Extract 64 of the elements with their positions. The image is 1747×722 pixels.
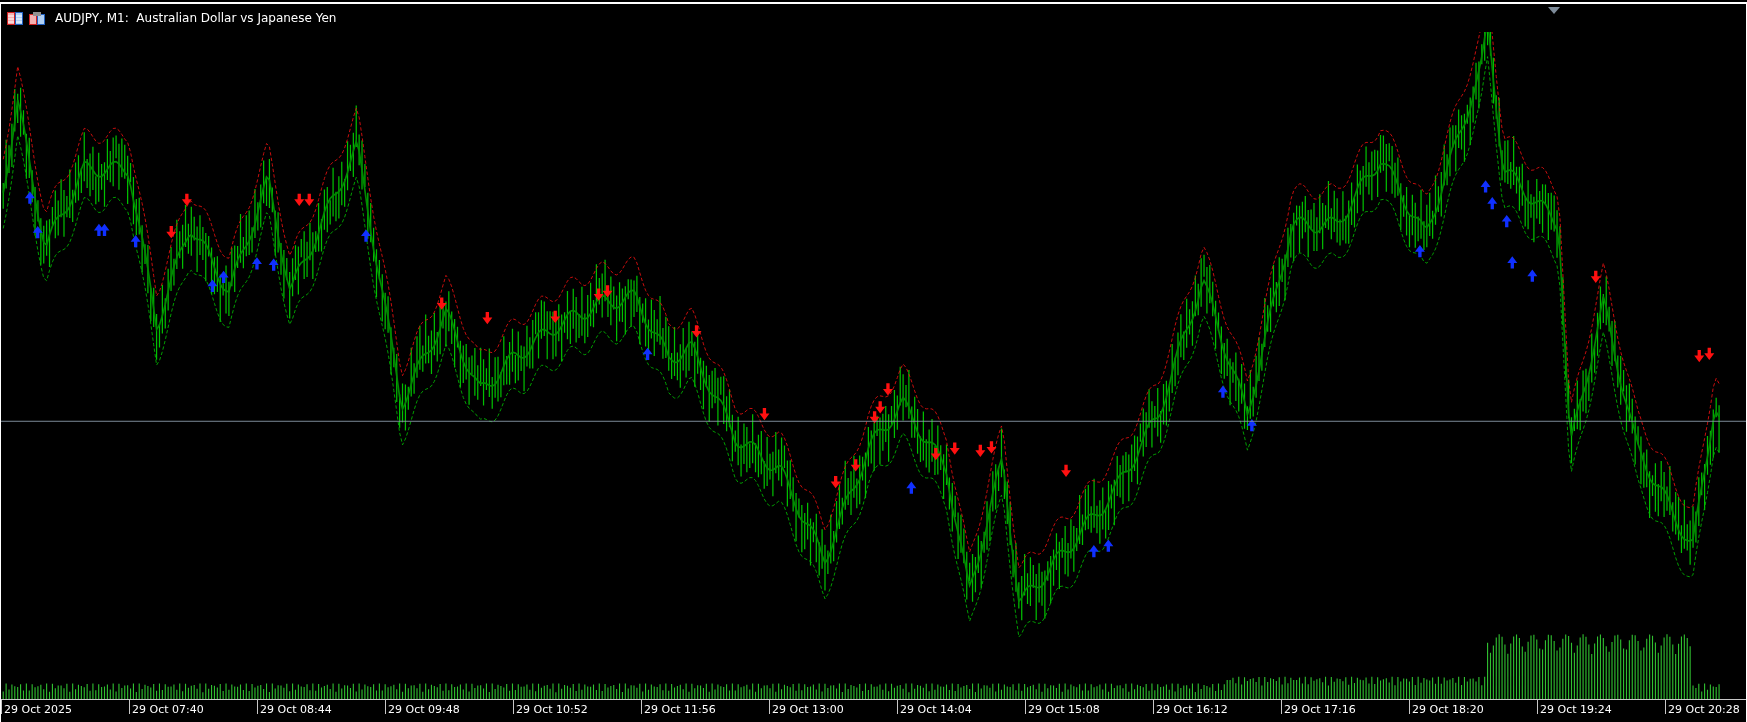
window-title: AUDJPY, M1: Australian Dollar vs Japanese Yen: [55, 11, 337, 25]
buy-arrow-marker: [32, 226, 43, 239]
time-axis-label: 29 Oct 19:24: [1537, 700, 1665, 714]
buy-arrow-marker: [1088, 545, 1099, 558]
buy-arrow-marker: [251, 257, 262, 270]
buy-arrow-marker: [1507, 256, 1518, 269]
buy-arrow-marker: [99, 223, 110, 237]
buy-arrow-marker: [1414, 245, 1425, 258]
sell-arrow-marker: [602, 285, 613, 298]
time-axis-label: 29 Oct 15:08: [1025, 700, 1153, 714]
sell-arrow-marker: [759, 407, 770, 421]
sell-arrow-marker: [875, 401, 886, 414]
buy-arrow-marker: [24, 191, 35, 204]
buy-arrow-marker: [1480, 180, 1491, 193]
sell-arrow-marker: [930, 448, 941, 461]
sell-arrow-marker: [975, 444, 986, 457]
time-axis-label: 29 Oct 11:56: [641, 700, 769, 714]
sell-arrow-marker: [593, 288, 604, 301]
buy-arrow-marker: [906, 481, 917, 494]
buy-arrow-marker: [1527, 269, 1538, 282]
time-axis-label: 29 Oct 16:12: [1153, 700, 1281, 714]
sell-arrow-marker: [986, 441, 997, 454]
sell-arrow-marker: [1590, 270, 1601, 283]
sell-arrow-marker: [949, 442, 960, 455]
time-axis-label: 29 Oct 09:48: [385, 700, 513, 714]
buy-arrow-marker: [1487, 197, 1498, 210]
buy-arrow-marker: [1103, 539, 1114, 552]
sell-arrow-marker: [882, 383, 893, 396]
time-axis-label: 29 Oct 07:40: [129, 700, 257, 714]
sell-arrow-marker: [850, 459, 861, 472]
scroll-marker-icon[interactable]: [1548, 7, 1560, 14]
buy-arrow-marker: [268, 258, 279, 271]
sell-arrow-marker: [482, 311, 493, 325]
buy-arrow-marker: [1246, 419, 1257, 432]
time-axis-label: 29 Oct 18:20: [1409, 700, 1537, 714]
time-axis-label: 29 Oct 14:04: [897, 700, 1025, 714]
sell-arrow-marker: [1061, 464, 1072, 478]
buy-arrow-marker: [218, 270, 229, 283]
buy-arrow-marker: [642, 347, 653, 360]
buy-arrow-marker: [1217, 385, 1228, 398]
time-axis-label: 29 Oct 20:28: [1665, 700, 1740, 714]
sell-arrow-marker: [294, 193, 305, 206]
sell-arrow-marker: [181, 193, 192, 206]
grid-icon[interactable]: [7, 11, 23, 25]
window-icon[interactable]: [29, 11, 45, 25]
buy-arrow-marker: [207, 279, 218, 292]
sell-arrow-marker: [1694, 349, 1705, 363]
sell-arrow-marker: [436, 297, 447, 310]
time-axis-label: 29 Oct 10:52: [513, 700, 641, 714]
time-axis-label: 29 Oct 2025: [1, 700, 129, 714]
time-axis-label: 29 Oct 13:00: [769, 700, 897, 714]
sell-arrow-marker: [869, 411, 880, 424]
buy-arrow-marker: [93, 223, 104, 237]
buy-arrow-marker: [1501, 214, 1512, 228]
sell-arrow-marker: [830, 475, 841, 489]
sell-arrow-marker: [166, 226, 177, 239]
buy-arrow-marker: [361, 229, 372, 242]
sell-arrow-marker: [304, 193, 315, 206]
sell-arrow-marker: [691, 325, 702, 338]
time-axis-label: 29 Oct 17:16: [1281, 700, 1409, 714]
buy-arrow-marker: [130, 235, 141, 248]
sell-arrow-marker: [1704, 347, 1715, 360]
sell-arrow-marker: [550, 310, 561, 324]
time-axis-label: 29 Oct 08:44: [257, 700, 385, 714]
